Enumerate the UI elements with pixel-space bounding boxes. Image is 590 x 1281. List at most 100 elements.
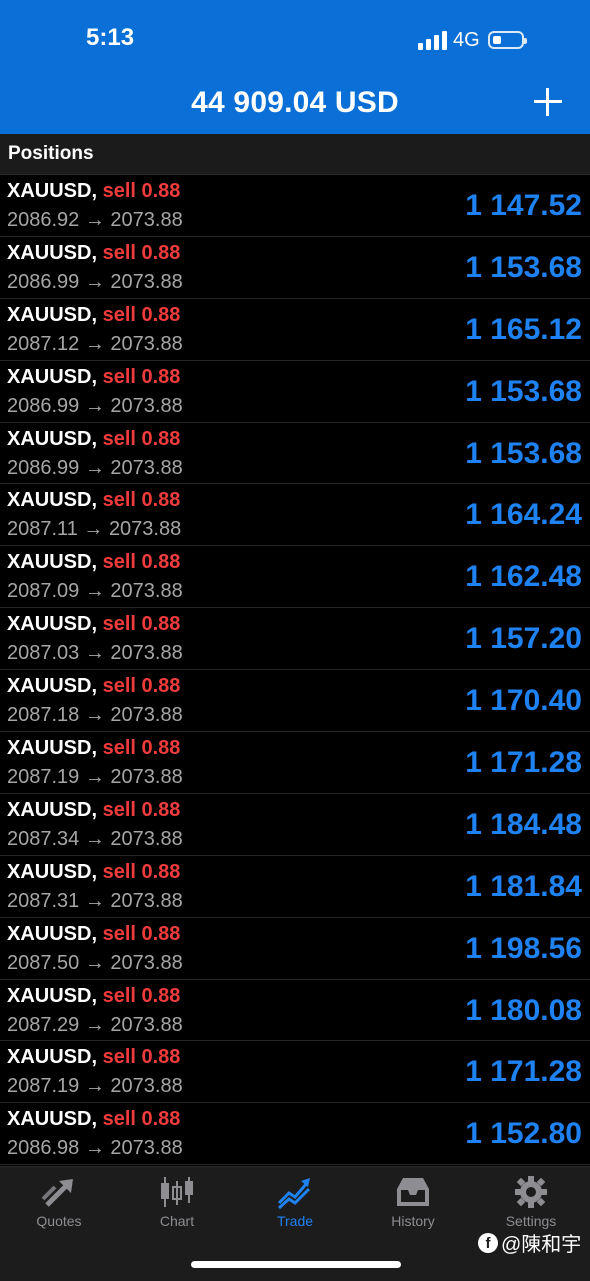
position-title: XAUUSD, sell 0.88 <box>7 861 180 884</box>
tab-label: Chart <box>159 1213 195 1229</box>
open-price: 2087.03 <box>7 642 80 665</box>
position-title: XAUUSD, sell 0.88 <box>7 613 180 636</box>
position-prices: 2087.34 → 2073.88 <box>7 828 183 851</box>
position-prices: 2087.29 → 2073.88 <box>7 1014 183 1037</box>
open-price: 2086.99 <box>7 394 80 417</box>
position-profit: 1 171.28 <box>465 746 582 780</box>
position-symbol: XAUUSD <box>7 613 92 636</box>
arrow-icon: → <box>84 704 105 727</box>
position-title: XAUUSD, sell 0.88 <box>7 428 180 451</box>
status-time: 5:13 <box>86 24 135 51</box>
position-title: XAUUSD, sell 0.88 <box>7 242 180 265</box>
history-inbox-icon <box>397 1178 429 1206</box>
network-type: 4G <box>453 28 480 51</box>
current-price: 2073.88 <box>110 951 183 974</box>
position-profit: 1 153.68 <box>465 436 582 470</box>
open-price: 2087.29 <box>7 1013 80 1036</box>
position-prices: 2087.31 → 2073.88 <box>7 890 183 913</box>
position-separator: , <box>91 241 98 264</box>
arrow-icon: → <box>84 1013 105 1036</box>
position-row[interactable]: XAUUSD, sell 0.88 2086.98 → 2073.88 1 152.… <box>0 1103 590 1166</box>
tab-quotes[interactable]: Quotes <box>0 1175 118 1229</box>
tab-label: History <box>391 1213 435 1229</box>
position-symbol: XAUUSD <box>7 489 92 512</box>
watermark-text: @陳和宇 <box>501 1234 582 1256</box>
position-profit: 1 198.56 <box>465 931 582 965</box>
current-price: 2073.88 <box>110 1013 183 1036</box>
position-prices: 2086.92 → 2073.88 <box>7 209 183 232</box>
position-row[interactable]: XAUUSD, sell 0.88 2087.11 → 2073.88 1 164.… <box>0 484 590 547</box>
position-side-volume: sell 0.88 <box>102 1108 181 1131</box>
position-row[interactable]: XAUUSD, sell 0.88 2086.99 → 2073.88 1 153.… <box>0 237 590 299</box>
position-row[interactable]: XAUUSD, sell 0.88 2087.19 → 2073.88 1 171.… <box>0 1041 590 1104</box>
position-row[interactable]: XAUUSD, sell 0.88 2086.99 → 2073.88 1 153.… <box>0 361 590 423</box>
position-row[interactable]: XAUUSD, sell 0.88 2087.50 → 2073.88 1 198.… <box>0 918 590 980</box>
position-side-volume: sell 0.88 <box>102 303 181 326</box>
top-bar: 5:13 4G 44 909.04 USD <box>0 0 590 134</box>
arrow-icon: → <box>84 456 105 479</box>
open-price: 2087.34 <box>7 827 80 850</box>
position-row[interactable]: XAUUSD, sell 0.88 2087.18 → 2073.88 1 170.… <box>0 670 590 733</box>
position-row[interactable]: XAUUSD, sell 0.88 2087.09 → 2073.88 1 162.… <box>0 546 590 609</box>
new-order-plus-icon[interactable] <box>534 88 562 116</box>
position-profit: 1 181.84 <box>465 869 582 903</box>
open-price: 2087.11 <box>7 518 78 541</box>
position-title: XAUUSD, sell 0.88 <box>7 304 180 327</box>
position-title: XAUUSD, sell 0.88 <box>7 985 180 1008</box>
arrow-icon: → <box>84 270 105 293</box>
candlestick-chart-icon <box>161 1177 193 1207</box>
current-price: 2073.88 <box>110 394 183 417</box>
position-row[interactable]: XAUUSD, sell 0.88 2086.99 → 2073.88 1 153.… <box>0 423 590 485</box>
tab-history[interactable]: History <box>354 1175 472 1229</box>
open-price: 2087.12 <box>7 332 80 355</box>
open-price: 2087.19 <box>7 1075 80 1098</box>
current-price: 2073.88 <box>110 456 183 479</box>
position-side-volume: sell 0.88 <box>102 613 181 636</box>
home-indicator[interactable] <box>191 1261 401 1268</box>
position-separator: , <box>91 984 98 1007</box>
position-title: XAUUSD, sell 0.88 <box>7 180 180 203</box>
position-separator: , <box>91 675 98 698</box>
tab-trade[interactable]: Trade <box>236 1175 354 1229</box>
position-profit: 1 184.48 <box>465 807 582 841</box>
position-prices: 2087.18 → 2073.88 <box>7 704 183 727</box>
current-price: 2073.88 <box>108 518 182 541</box>
current-price: 2073.88 <box>110 1137 183 1160</box>
position-title: XAUUSD, sell 0.88 <box>7 675 180 698</box>
position-title: XAUUSD, sell 0.88 <box>7 799 180 822</box>
tab-chart[interactable]: Chart <box>118 1175 236 1229</box>
position-symbol: XAUUSD <box>7 737 92 760</box>
position-prices: 2087.50 → 2073.88 <box>7 952 183 975</box>
current-price: 2073.88 <box>110 332 183 355</box>
position-row[interactable]: XAUUSD, sell 0.88 2087.19 → 2073.88 1 171.… <box>0 732 590 794</box>
position-side-volume: sell 0.88 <box>102 427 181 450</box>
account-balance: 44 909.04 USD <box>191 86 399 119</box>
position-symbol: XAUUSD <box>7 922 92 945</box>
position-side-volume: sell 0.88 <box>102 922 181 945</box>
position-row[interactable]: XAUUSD, sell 0.88 2087.12 → 2073.88 1 165.… <box>0 299 590 361</box>
position-title: XAUUSD, sell 0.88 <box>7 366 180 389</box>
position-row[interactable]: XAUUSD, sell 0.88 2087.34 → 2073.88 1 184.… <box>0 794 590 856</box>
position-title: XAUUSD, sell 0.88 <box>7 489 180 512</box>
tab-settings[interactable]: Settings <box>472 1175 590 1229</box>
position-separator: , <box>91 1046 98 1069</box>
status-indicators: 4G <box>418 28 527 52</box>
position-symbol: XAUUSD <box>7 1046 92 1069</box>
position-row[interactable]: XAUUSD, sell 0.88 2087.29 → 2073.88 1 180.… <box>0 980 590 1042</box>
position-row[interactable]: XAUUSD, sell 0.88 2087.31 → 2073.88 1 181.… <box>0 856 590 918</box>
position-prices: 2086.99 → 2073.88 <box>7 395 183 418</box>
position-symbol: XAUUSD <box>7 180 92 202</box>
position-row[interactable]: XAUUSD, sell 0.88 2086.92 → 2073.88 1 147.… <box>0 175 590 237</box>
position-profit: 1 165.12 <box>465 312 582 346</box>
open-price: 2086.99 <box>7 270 80 293</box>
arrow-icon: → <box>84 889 105 912</box>
position-row[interactable]: XAUUSD, sell 0.88 2087.03 → 2073.88 1 157.… <box>0 608 590 671</box>
current-price: 2073.88 <box>110 704 183 727</box>
position-prices: 2087.19 → 2073.88 <box>7 766 183 789</box>
position-symbol: XAUUSD <box>7 365 92 388</box>
position-profit: 1 162.48 <box>465 560 582 594</box>
tab-label: Settings <box>505 1213 557 1229</box>
position-prices: 2087.09 → 2073.88 <box>7 580 183 603</box>
position-title: XAUUSD, sell 0.88 <box>7 923 180 946</box>
gear-icon <box>515 1176 547 1208</box>
